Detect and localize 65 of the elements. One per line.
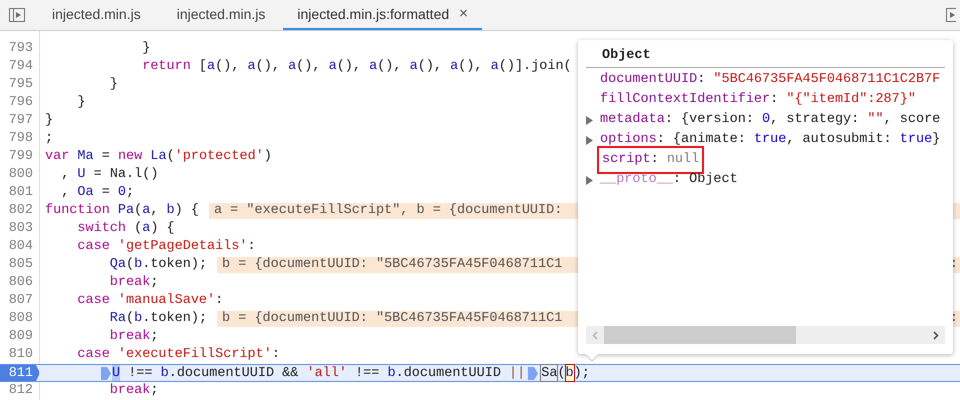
code-text: Ra(b.token);: [108, 310, 208, 328]
object-property: documentUUID: "5BC46735FA45F0468711C1C2B7F: [600, 70, 940, 89]
breakpoint-marker-icon[interactable]: [101, 366, 111, 380]
code-text: Qa(b.token);: [108, 256, 208, 274]
popover-title: Object: [586, 46, 945, 68]
code-text: case 'executeFillScript':: [76, 346, 280, 364]
line-number[interactable]: 806: [0, 274, 40, 292]
line-number[interactable]: 794: [0, 58, 40, 76]
object-property: __proto__: Object: [600, 170, 738, 189]
line-number[interactable]: 800: [0, 166, 40, 184]
close-button[interactable]: ×: [459, 2, 468, 26]
inline-value: a = "executeFillScript", b = {documentUUID:: [214, 203, 562, 219]
code-text: ;: [44, 130, 54, 148]
inline-value: :: [950, 257, 958, 273]
code-text: }: [76, 94, 86, 112]
inline-value: b = {documentUUID: "5BC46735FA45F0468711C1: [222, 257, 562, 273]
object-property: metadata: {version: 0, strategy: "", score: [600, 110, 940, 129]
line-number[interactable]: 797: [0, 112, 40, 130]
sidebar-toggle-icon[interactable]: [9, 8, 25, 22]
code-text: break;: [108, 328, 158, 346]
code-text: }: [108, 76, 118, 94]
code-text: function Pa(a, b) {: [44, 202, 199, 220]
code-text: , U = Na.l(): [60, 166, 158, 184]
line-number[interactable]: 809: [0, 328, 40, 346]
inline-value: b = {documentUUID: "5BC46735FA45F0468711C1: [222, 311, 562, 327]
file-tab[interactable]: injected.min.js: [158, 0, 284, 30]
code-text: }: [44, 112, 54, 130]
code-text: return [a(), a(), a(), a(), a(), a(), a(), a()].join(: [141, 58, 572, 76]
line-number[interactable]: 812: [0, 382, 40, 400]
line-number[interactable]: 805: [0, 256, 40, 274]
object-property: fillContextIdentifier: "{"itemId":287}": [600, 90, 916, 109]
expand-triangle-icon[interactable]: [586, 136, 593, 144]
file-tab[interactable]: injected.min.js: [34, 0, 159, 30]
scrollbar-thumb[interactable]: [604, 326, 796, 344]
line-number[interactable]: 811: [0, 365, 40, 381]
line-number[interactable]: 807: [0, 292, 40, 310]
line-number[interactable]: 801: [0, 184, 40, 202]
scroll-right-icon[interactable]: [933, 330, 939, 340]
object-property: options: {animate: true, autosubmit: true}: [600, 130, 940, 149]
line-number[interactable]: 803: [0, 220, 40, 238]
line-number[interactable]: 793: [0, 40, 40, 58]
line-number[interactable]: 798: [0, 130, 40, 148]
file-tab[interactable]: injected.min.js:formatted ×: [283, 0, 482, 30]
code-text: case 'getPageDetails':: [76, 238, 256, 256]
line-number[interactable]: 799: [0, 148, 40, 166]
expand-triangle-icon[interactable]: [586, 116, 593, 124]
code-text: U !== b.documentUUID && 'all' !== b.documentUUID || Sa(b);: [40, 365, 590, 381]
panel-toggle-icon[interactable]: [946, 8, 956, 22]
breakpoint-marker-icon[interactable]: [528, 366, 538, 380]
expand-triangle-icon[interactable]: [586, 176, 593, 184]
code-text: , Oa = 0;: [60, 184, 134, 202]
code-text: break;: [108, 274, 158, 292]
inline-value: :: [950, 311, 958, 327]
line-number[interactable]: 802: [0, 202, 40, 220]
code-text: break;: [108, 382, 158, 400]
code-text: switch (a) {: [76, 220, 175, 238]
tab-label[interactable]: injected.min.js:formatted: [297, 4, 450, 24]
horizontal-scrollbar[interactable]: [586, 326, 945, 344]
line-number[interactable]: 796: [0, 94, 40, 112]
line-number[interactable]: 808: [0, 310, 40, 328]
code-text: }: [141, 40, 150, 58]
line-number[interactable]: 795: [0, 76, 40, 94]
code-text: case 'manualSave':: [76, 292, 224, 310]
code-text: var Ma = new La('protected'): [44, 148, 272, 166]
line-number[interactable]: 804: [0, 238, 40, 256]
